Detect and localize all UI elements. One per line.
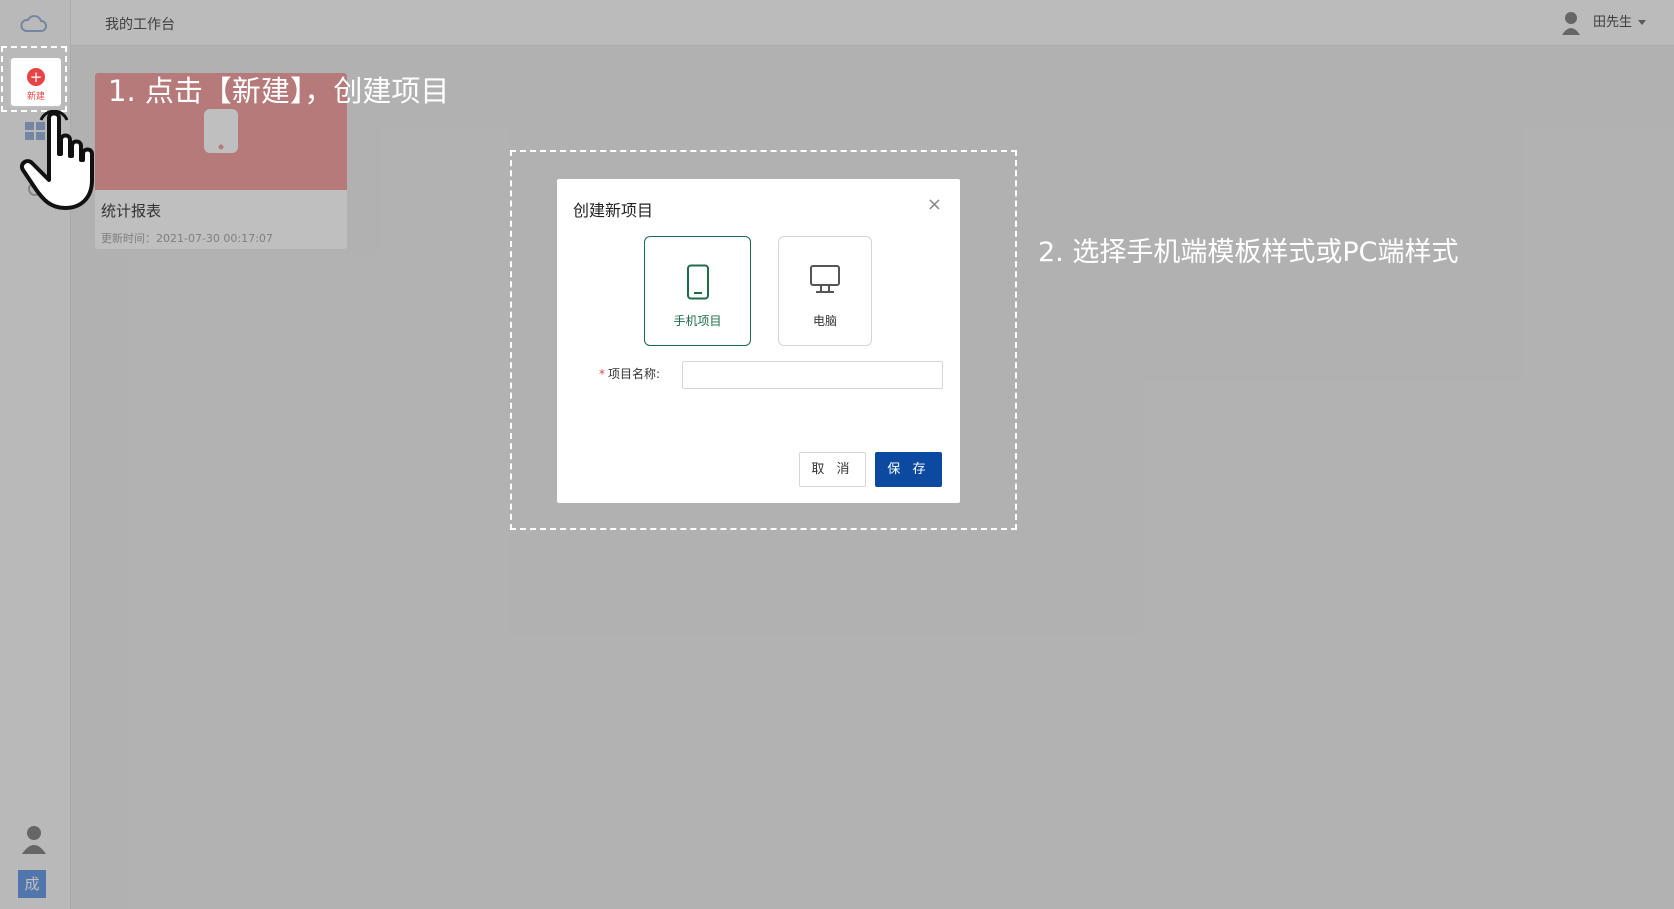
option-phone-label: 手机项目 <box>673 314 722 328</box>
new-button-label: 新建 <box>26 92 45 102</box>
option-pc-label: 电脑 <box>812 314 837 328</box>
new-button-highlight: + 新建 <box>1 46 67 112</box>
monitor-icon <box>810 265 840 293</box>
plus-icon: + <box>27 68 45 86</box>
save-button[interactable]: 保 存 <box>875 452 942 487</box>
option-pc[interactable]: 电脑 <box>778 236 872 346</box>
pointing-hand-icon <box>20 110 94 210</box>
option-phone-project[interactable]: 手机项目 <box>644 236 751 346</box>
step2-annotation: 2. 选择手机端模板样式或PC端样式 <box>1038 237 1459 268</box>
project-name-input[interactable] <box>682 361 943 389</box>
new-button-highlighted[interactable]: + 新建 <box>11 58 61 106</box>
required-mark: * <box>599 367 605 381</box>
cancel-button[interactable]: 取 消 <box>799 452 866 487</box>
close-icon[interactable]: × <box>927 196 942 214</box>
project-name-label-text: 项目名称: <box>608 367 661 381</box>
phone-icon <box>686 264 709 300</box>
project-name-label: * 项目名称: <box>599 365 660 382</box>
step1-annotation: 1. 点击【新建】，创建项目 <box>108 74 450 108</box>
dialog-title: 创建新项目 <box>573 201 654 220</box>
create-project-dialog: 创建新项目 × 手机项目 电脑 * 项目名称: 取 消 保 存 <box>557 179 960 503</box>
